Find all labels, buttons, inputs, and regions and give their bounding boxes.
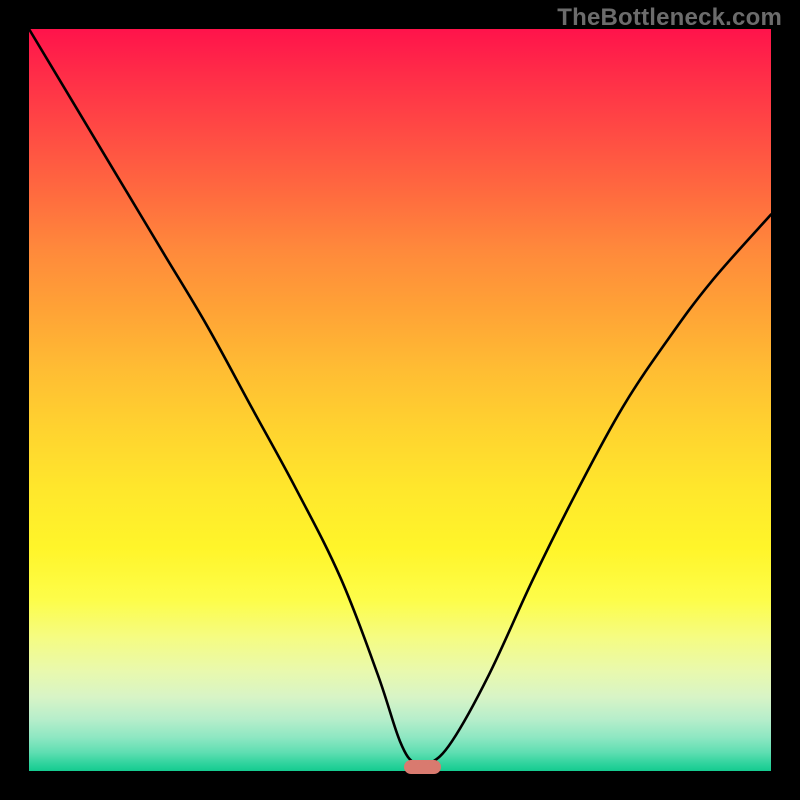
chart-frame: TheBottleneck.com	[0, 0, 800, 800]
watermark-text: TheBottleneck.com	[557, 4, 782, 32]
plot-area	[29, 29, 771, 771]
bottleneck-curve-svg	[29, 29, 771, 771]
optimum-marker	[404, 760, 441, 774]
bottleneck-curve-path	[29, 29, 771, 767]
